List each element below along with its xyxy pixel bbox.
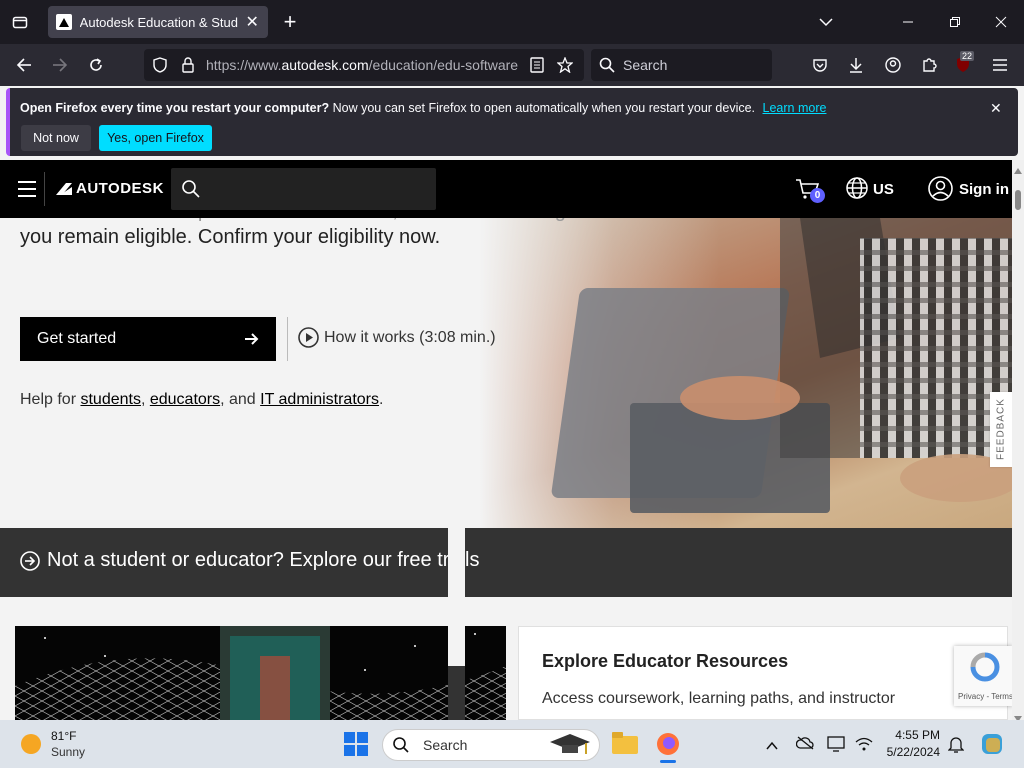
- file-explorer-icon[interactable]: [612, 732, 638, 759]
- search-bar[interactable]: Search: [591, 49, 772, 81]
- get-started-button[interactable]: Get started: [20, 317, 276, 361]
- promo-card-image[interactable]: [15, 626, 506, 720]
- header-divider: [44, 172, 45, 206]
- lock-icon[interactable]: [178, 55, 198, 75]
- notifications-bell-icon[interactable]: [947, 735, 965, 758]
- new-tab-button[interactable]: +: [280, 9, 300, 34]
- user-account-icon[interactable]: [928, 176, 953, 206]
- page-scrollbar[interactable]: [1012, 160, 1024, 720]
- clock-time[interactable]: 4:55 PM: [890, 728, 940, 742]
- help-links: Help for students, educators, and IT adm…: [20, 391, 384, 408]
- network-icon[interactable]: [855, 736, 873, 757]
- weather-sun-icon[interactable]: [20, 733, 42, 760]
- downloads-icon[interactable]: [846, 55, 866, 75]
- feedback-tab[interactable]: FEEDBACK: [990, 392, 1012, 467]
- tab-title: Autodesk Education & Student: [79, 14, 239, 30]
- tab-autodesk[interactable]: Autodesk Education & Student ✕: [48, 6, 268, 38]
- account-icon[interactable]: [883, 55, 903, 75]
- clock-date[interactable]: 5/22/2024: [883, 745, 940, 759]
- sign-in-link[interactable]: Sign in: [959, 181, 1009, 198]
- restore-icon[interactable]: [945, 12, 965, 32]
- search-icon: [599, 57, 615, 73]
- close-window-icon[interactable]: [991, 12, 1011, 32]
- notification-close-icon[interactable]: ✕: [990, 100, 1002, 117]
- back-icon[interactable]: [14, 55, 34, 75]
- circle-arrow-right-icon: [20, 550, 40, 571]
- learn-more-link[interactable]: Learn more: [763, 101, 827, 115]
- weather-condition[interactable]: Sunny: [51, 745, 85, 759]
- region-selector[interactable]: US: [873, 181, 894, 198]
- scrollbar-thumb[interactable]: [1015, 190, 1021, 210]
- recaptcha-icon: [970, 652, 1000, 682]
- graduation-cap-icon: [550, 730, 590, 763]
- list-all-tabs-icon[interactable]: [816, 12, 836, 32]
- globe-icon[interactable]: [846, 177, 868, 204]
- it-administrators-link[interactable]: IT administrators: [260, 391, 379, 408]
- bookmark-star-icon[interactable]: [555, 55, 575, 75]
- hamburger-menu-icon[interactable]: [990, 55, 1010, 75]
- recaptcha-badge[interactable]: Privacy - Terms: [954, 646, 1013, 706]
- arrow-right-icon: [245, 333, 259, 345]
- tab-close-icon[interactable]: ✕: [244, 12, 260, 32]
- pocket-icon[interactable]: [810, 55, 830, 75]
- yes-open-firefox-button[interactable]: Yes, open Firefox: [99, 125, 212, 151]
- extension-badge-count: 22: [960, 51, 975, 61]
- card-title: Explore Educator Resources: [542, 651, 789, 671]
- extensions-puzzle-icon[interactable]: [919, 55, 939, 75]
- notification-message: Open Firefox every time you restart your…: [20, 101, 827, 115]
- scroll-up-icon[interactable]: [1013, 162, 1023, 180]
- minimize-icon[interactable]: [898, 12, 918, 32]
- windows-start-icon[interactable]: [344, 732, 368, 761]
- url-text[interactable]: https://www.autodesk.com/education/edu-s…: [206, 57, 522, 73]
- educators-link[interactable]: educators: [150, 391, 220, 408]
- cart-count-badge: 0: [810, 188, 825, 203]
- hero-photo: [480, 218, 1012, 528]
- card-body: Access coursework, learning paths, and i…: [542, 690, 896, 707]
- students-link[interactable]: students: [80, 391, 140, 408]
- autodesk-menu-icon[interactable]: [18, 180, 36, 203]
- onedrive-offline-icon[interactable]: [795, 736, 814, 755]
- not-now-button[interactable]: Not now: [21, 125, 91, 151]
- reload-icon[interactable]: [86, 55, 106, 75]
- tracking-protection-shield-icon[interactable]: [150, 55, 170, 75]
- taskbar-search-icon: [393, 737, 409, 753]
- autodesk-search-input[interactable]: [171, 168, 436, 210]
- firefox-taskbar-icon[interactable]: [656, 732, 680, 761]
- autodesk-favicon-icon: [56, 14, 72, 30]
- weather-temperature[interactable]: 81°F: [51, 729, 76, 743]
- active-app-indicator: [660, 760, 676, 763]
- search-placeholder: Search: [623, 57, 668, 73]
- overlay-strip-dark: [448, 666, 465, 720]
- forward-icon[interactable]: [50, 55, 70, 75]
- free-trials-link[interactable]: Not a student or educator? Explore our f…: [20, 549, 479, 572]
- how-it-works-link[interactable]: How it works (3:08 min.): [298, 327, 496, 348]
- play-icon: [298, 327, 319, 348]
- tab-list-icon[interactable]: [10, 12, 30, 32]
- autodesk-logo-icon: [56, 182, 72, 195]
- autodesk-logo[interactable]: AUTODESK: [56, 180, 164, 197]
- autodesk-search-icon: [182, 180, 200, 198]
- cta-divider: [287, 317, 288, 361]
- show-hidden-icons-chevron-icon[interactable]: [766, 738, 778, 756]
- reader-view-icon[interactable]: [527, 55, 547, 75]
- copilot-icon[interactable]: [980, 732, 1004, 761]
- url-bar[interactable]: https://www.autodesk.com/education/edu-s…: [144, 49, 584, 81]
- display-icon[interactable]: [827, 736, 845, 757]
